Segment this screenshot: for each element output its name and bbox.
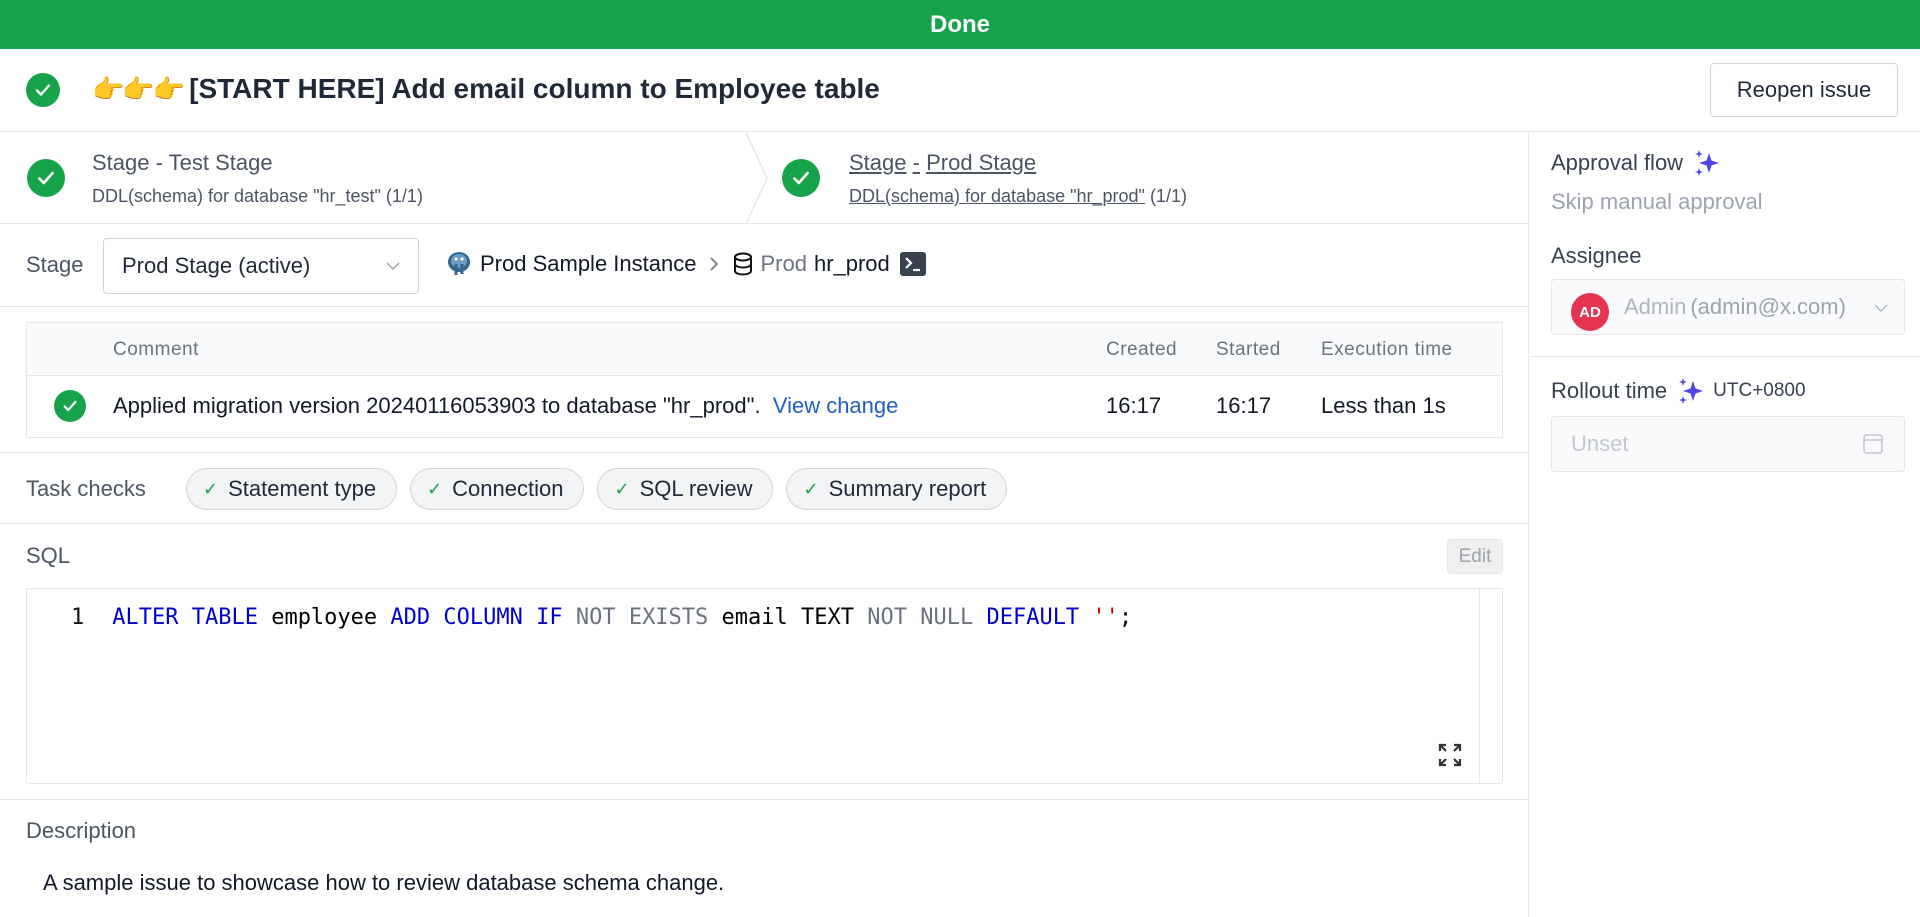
chevron-down-icon <box>1874 304 1888 313</box>
sql-token: employee <box>257 605 391 630</box>
database-link[interactable]: hr_prod <box>814 251 890 277</box>
task-check-summary-report[interactable]: ✓ Summary report <box>786 468 1008 510</box>
rollout-time-placeholder: Unset <box>1571 431 1629 456</box>
description-label: Description <box>26 818 137 843</box>
sql-code: 1 ALTER TABLE employee ADD COLUMN IF NOT … <box>71 605 1132 630</box>
check-icon: ✓ <box>203 478 219 499</box>
task-check-list: ✓ Statement type ✓ Connection ✓ SQL review … <box>186 468 1020 510</box>
issue-title[interactable]: 👉👉👉 [START HERE] Add email column to Emp… <box>92 73 880 105</box>
task-run-created: 16:17 <box>1106 393 1162 418</box>
sql-token: ; <box>1118 605 1133 630</box>
stage-pipeline: Stage - Test Stage DDL(schema) for datab… <box>0 133 1528 224</box>
stage-label: Stage <box>26 252 84 277</box>
check-icon: ✓ <box>803 478 819 499</box>
task-check-connection[interactable]: ✓ Connection <box>410 468 585 510</box>
sidebar-divider <box>1530 356 1920 357</box>
sql-token: NOT EXISTS <box>562 605 709 630</box>
sql-token: NOT NULL <box>867 605 974 630</box>
sql-token: email TEXT <box>708 605 868 630</box>
assignee-label: Assignee <box>1551 243 1642 268</box>
instance-link[interactable]: Prod Sample Instance <box>480 251 696 277</box>
avatar: AD <box>1571 293 1609 331</box>
stage-prod[interactable]: Stage - Prod Stage DDL(schema) for datab… <box>760 133 1520 223</box>
check-icon: ✓ <box>427 478 443 499</box>
sql-editor-terminal-icon[interactable] <box>899 252 926 276</box>
stage-done-icon <box>782 159 820 197</box>
pointing-hand-icon: 👉👉👉 <box>92 73 185 104</box>
stage-test[interactable]: Stage - Test Stage DDL(schema) for datab… <box>0 133 750 223</box>
main-panel: Stage - Test Stage DDL(schema) for datab… <box>0 133 1529 917</box>
status-banner: Done <box>0 0 1920 49</box>
stage-subtitle: DDL(schema) for database "hr_test" (1/1) <box>92 186 423 206</box>
chevron-right-icon <box>710 257 719 271</box>
calendar-icon <box>1863 434 1883 454</box>
check-icon: ✓ <box>614 478 630 499</box>
postgresql-icon <box>448 252 470 275</box>
sql-statement: ALTER TABLE employee ADD COLUMN IF NOT E… <box>112 605 1132 630</box>
table-row: Applied migration version 20240116053903… <box>27 376 1502 437</box>
task-run-comment: Applied migration version 20240116053903… <box>113 393 899 418</box>
column-header-created: Created <box>1106 339 1178 360</box>
task-check-sql-review[interactable]: ✓ SQL review <box>597 468 774 510</box>
rollout-time-label: Rollout time UTC+0800 <box>1551 378 1806 404</box>
task-checks-row: Task checks ✓ Statement type ✓ Connection … <box>0 452 1529 524</box>
column-header-started: Started <box>1216 339 1281 360</box>
timezone-label: UTC+0800 <box>1713 380 1806 401</box>
reopen-issue-button[interactable]: Reopen issue <box>1710 63 1898 117</box>
task-run-execution-time: Less than 1s <box>1321 393 1446 418</box>
sparkles-icon <box>1695 150 1720 176</box>
expand-icon[interactable] <box>1437 742 1463 768</box>
stage-select-value: Prod Stage (active) <box>122 253 311 278</box>
stage-title: Stage - Test Stage <box>92 150 273 175</box>
sidebar: Approval flow Skip manual approval Assig… <box>1530 133 1920 917</box>
stage-selector-row: Stage Prod Stage (active) Prod Sample In… <box>0 224 1528 307</box>
stage-select[interactable]: Prod Stage (active) <box>103 238 419 294</box>
task-run-started: 16:17 <box>1216 393 1272 418</box>
edit-sql-button[interactable]: Edit <box>1447 539 1503 574</box>
task-check-statement-type[interactable]: ✓ Statement type <box>186 468 398 510</box>
breadcrumb: Prod Sample Instance Prod hr_prod <box>446 250 934 278</box>
column-header-execution-time: Execution time <box>1321 339 1453 360</box>
approval-flow-label: Approval flow <box>1551 149 1721 177</box>
issue-header: 👉👉👉 [START HERE] Add email column to Emp… <box>0 49 1920 132</box>
chevron-down-icon <box>386 262 400 271</box>
sql-token: '' <box>1079 605 1119 630</box>
sparkles-icon <box>1679 378 1704 404</box>
sql-section-label: SQL <box>26 543 71 568</box>
environment-label: Prod <box>760 251 807 276</box>
description-text[interactable]: A sample issue to showcase how to review… <box>43 870 724 896</box>
task-checks-label: Task checks <box>26 476 146 501</box>
stage-subtitle: DDL(schema) for database "hr_prod" (1/1) <box>849 186 1187 206</box>
approval-flow-value: Skip manual approval <box>1551 189 1763 214</box>
issue-title-text: [START HERE] Add email column to Employe… <box>189 73 880 104</box>
assignee-name: Admin (admin@x.com) <box>1624 294 1846 319</box>
task-run-done-icon <box>54 390 86 422</box>
task-run-table: Comment Created Started Execution time A… <box>26 322 1503 438</box>
description-section: Description A sample issue to showcase h… <box>0 799 1529 917</box>
column-header-comment: Comment <box>113 339 199 360</box>
sql-token: ADD COLUMN IF <box>390 605 563 630</box>
stage-title: Stage - Prod Stage <box>849 150 1037 175</box>
sql-token: ALTER TABLE <box>112 605 258 630</box>
sql-editor[interactable]: 1 ALTER TABLE employee ADD COLUMN IF NOT … <box>26 588 1503 784</box>
editor-scrollbar-track[interactable] <box>1479 589 1480 783</box>
assignee-select[interactable]: AD Admin (admin@x.com) <box>1551 279 1905 335</box>
status-banner-text: Done <box>930 10 990 38</box>
sql-token: DEFAULT <box>973 605 1080 630</box>
issue-status-done-icon <box>26 73 60 107</box>
database-icon <box>734 252 753 276</box>
view-change-link[interactable]: View change <box>773 393 899 418</box>
table-header: Comment Created Started Execution time <box>27 323 1502 376</box>
rollout-time-picker[interactable]: Unset <box>1551 416 1905 472</box>
stage-done-icon <box>27 159 65 197</box>
line-number: 1 <box>71 605 85 630</box>
